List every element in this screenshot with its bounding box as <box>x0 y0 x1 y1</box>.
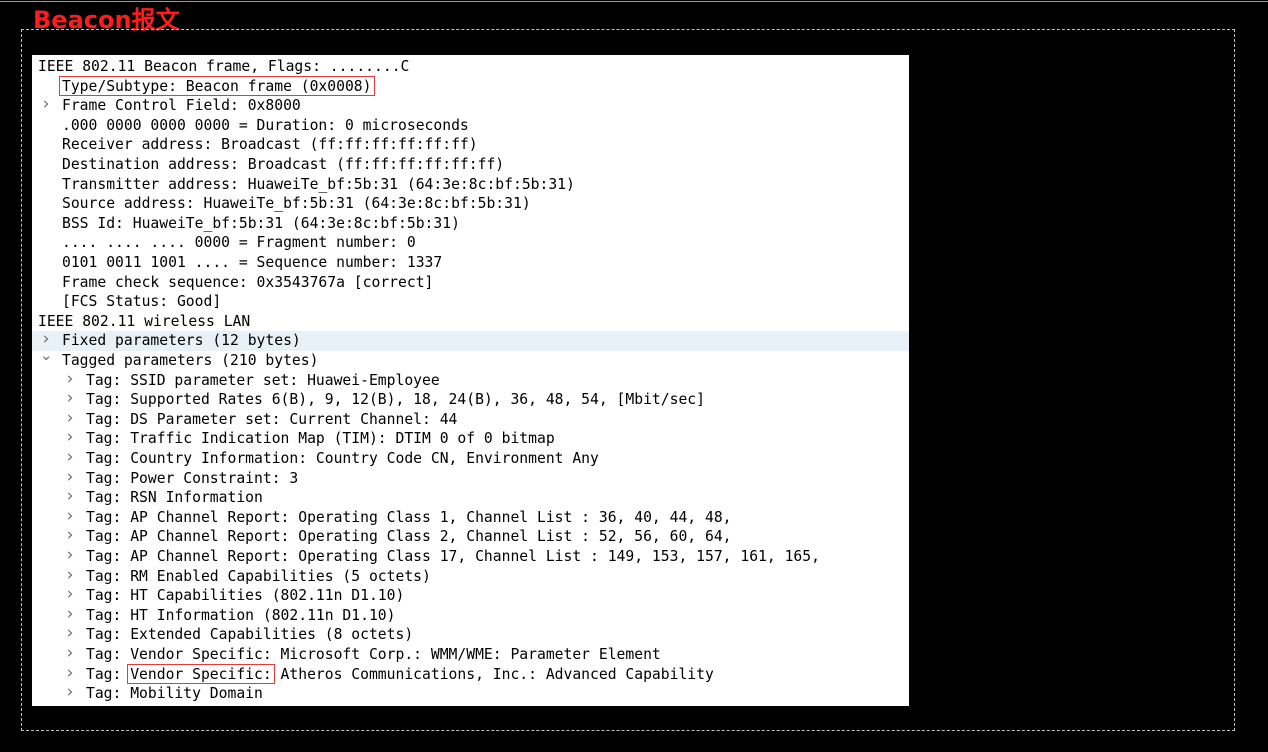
tree-row-label: Tag: RSN Information <box>86 489 263 507</box>
chevron-right-icon[interactable]: › <box>64 506 76 527</box>
chevron-right-icon[interactable]: › <box>64 447 76 468</box>
tree-row[interactable]: .... .... .... 0000 = Fragment number: 0 <box>32 233 909 253</box>
tree-row-label: Tag: Extended Capabilities (8 octets) <box>86 626 414 644</box>
tree-row-label: Tag: Country Information: Country Code C… <box>86 450 599 467</box>
tree-row-label: Tag: HT Information (802.11n D1.10) <box>86 606 396 624</box>
tree-row[interactable]: › Tag: Vendor Specific: Atheros Communica… <box>32 663 909 685</box>
tree-row-label: Frame check sequence: 0x3543767a [correc… <box>62 273 434 291</box>
tree-row-label: Type/Subtype: Beacon frame (0x0008) <box>62 77 372 95</box>
tree-row-label: Tag: Vendor Specific: Atheros Communicat… <box>86 665 714 683</box>
chevron-right-icon[interactable]: › <box>40 95 52 115</box>
tree-row[interactable]: › Tag: Mobility Domain <box>32 683 909 704</box>
chevron-right-icon[interactable]: › <box>64 408 76 429</box>
chevron-right-icon[interactable]: › <box>64 604 76 625</box>
chevron-right-icon[interactable]: › <box>64 565 76 586</box>
tree-row[interactable]: Source address: HuaweiTe_bf:5b:31 (64:3e… <box>32 194 909 214</box>
tree-row-label: Frame Control Field: 0x8000 <box>62 97 301 115</box>
chevron-right-icon[interactable]: › <box>64 487 76 507</box>
tree-row[interactable]: › Tag: Country Information: Country Code … <box>32 447 909 469</box>
tree-row[interactable]: › Tag: Vendor Specific: Microsoft Corp.: … <box>32 643 909 665</box>
tree-row[interactable]: › Tag: Extended Capabilities (8 octets) <box>32 624 909 645</box>
tree-row[interactable]: 0101 0011 1001 .... = Sequence number: 1… <box>32 253 909 273</box>
tree-row-label: Tag: AP Channel Report: Operating Class … <box>86 508 732 526</box>
tree-row[interactable]: › Tag: HT Information (802.11n D1.10) <box>32 604 909 626</box>
tree-row-label: Tag: RM Enabled Capabilities (5 octets) <box>86 567 431 585</box>
chevron-right-icon[interactable]: › <box>64 683 76 703</box>
tree-row-label: Tag: Vendor Specific: Microsoft Corp.: W… <box>86 646 661 663</box>
tree-row[interactable]: BSS Id: HuaweiTe_bf:5b:31 (64:3e:8c:bf:5… <box>32 214 909 234</box>
tree-row-label: Tag: Traffic Indication Map (TIM): DTIM … <box>86 430 555 448</box>
tree-row-label: .... .... .... 0000 = Fragment number: 0 <box>62 234 416 252</box>
tree-row-label: IEEE 802.11 wireless LAN <box>38 312 251 330</box>
tree-row-label: Source address: HuaweiTe_bf:5b:31 (64:3e… <box>62 195 531 213</box>
tree-row[interactable]: Transmitter address: HuaweiTe_bf:5b:31 (… <box>32 175 909 195</box>
chevron-right-icon[interactable]: › <box>64 369 76 390</box>
tree-row[interactable]: › Tag: AP Channel Report: Operating Class… <box>32 526 909 547</box>
tree-row-label: Tag: AP Channel Report: Operating Class … <box>86 548 820 565</box>
tree-row-label: [FCS Status: Good] <box>62 293 222 311</box>
tree-row[interactable]: › Tag: Traffic Indication Map (TIM): DTIM… <box>32 428 909 449</box>
tree-row-label: 0101 0011 1001 .... = Sequence number: 1… <box>62 254 443 271</box>
tree-row-label: Tag: AP Channel Report: Operating Class … <box>86 528 732 546</box>
tree-row[interactable]: › Tag: DS Parameter set: Current Channel:… <box>32 408 909 430</box>
tree-row[interactable]: Frame check sequence: 0x3543767a [correc… <box>32 273 909 293</box>
tree-row[interactable]: Type/Subtype: Beacon frame (0x0008) <box>32 77 909 97</box>
tree-row-label: Tagged parameters (210 bytes) <box>62 352 319 369</box>
tree-section-row[interactable]: IEEE 802.11 wireless LAN <box>32 312 909 332</box>
chevron-down-icon[interactable]: ⌄ <box>40 346 53 366</box>
tree-row[interactable]: › Tag: HT Capabilities (802.11n D1.10) <box>32 585 909 606</box>
tree-row[interactable]: Destination address: Broadcast (ff:ff:ff… <box>32 155 909 175</box>
tree-row[interactable]: › Tag: SSID parameter set: Huawei-Employe… <box>32 369 909 391</box>
tree-row-label: .000 0000 0000 0000 = Duration: 0 micros… <box>62 116 469 134</box>
chevron-right-icon[interactable]: › <box>64 545 76 566</box>
tree-row-label: Tag: Supported Rates 6(B), 9, 12(B), 18,… <box>86 391 705 409</box>
tree-row-label: Receiver address: Broadcast (ff:ff:ff:ff… <box>62 136 478 154</box>
tree-row-label: Tag: Power Constraint: 3 <box>86 469 299 487</box>
tree-row[interactable]: [FCS Status: Good] <box>32 292 909 312</box>
tree-row-label: Fixed parameters (12 bytes) <box>62 332 301 350</box>
tree-row[interactable]: › Tag: AP Channel Report: Operating Class… <box>32 545 909 567</box>
tree-row[interactable]: › Tag: AP Channel Report: Operating Class… <box>32 506 909 528</box>
top-divider <box>0 1 1268 2</box>
tree-row[interactable]: › Tag: RSN Information <box>32 487 909 508</box>
tree-row[interactable]: › Tag: Power Constraint: 3 <box>32 467 909 489</box>
tree-row[interactable]: › Tag: Supported Rates 6(B), 9, 12(B), 18… <box>32 389 909 410</box>
chevron-right-icon[interactable]: › <box>64 428 76 448</box>
tree-row-label: Tag: Mobility Domain <box>86 685 263 703</box>
tree-row-label: Tag: SSID parameter set: Huawei-Employee <box>86 371 440 389</box>
chevron-right-icon[interactable]: › <box>64 389 76 409</box>
chevron-right-icon[interactable]: › <box>64 663 76 684</box>
tree-row-label: Tag: DS Parameter set: Current Channel: … <box>86 410 458 428</box>
chevron-right-icon[interactable]: › <box>64 643 76 664</box>
chevron-right-icon[interactable]: › <box>64 624 76 644</box>
tree-row[interactable]: ⌄ Tagged parameters (210 bytes) <box>32 346 909 371</box>
tree-row-label: IEEE 802.11 Beacon frame, Flags: .......… <box>38 58 410 75</box>
tree-row[interactable]: › Tag: RM Enabled Capabilities (5 octets) <box>32 565 909 587</box>
tree-section-row[interactable]: IEEE 802.11 Beacon frame, Flags: .......… <box>32 57 909 77</box>
packet-details-tree: IEEE 802.11 Beacon frame, Flags: .......… <box>32 55 909 706</box>
chevron-right-icon[interactable]: › <box>64 467 76 488</box>
tree-row-label: Transmitter address: HuaweiTe_bf:5b:31 (… <box>62 175 575 193</box>
tree-row-label: Tag: HT Capabilities (802.11n D1.10) <box>86 587 405 605</box>
tree-row[interactable]: Receiver address: Broadcast (ff:ff:ff:ff… <box>32 135 909 155</box>
tree-row[interactable]: › Fixed parameters (12 bytes) <box>32 330 909 351</box>
chevron-right-icon[interactable]: › <box>64 585 76 605</box>
tree-row[interactable]: › Frame Control Field: 0x8000 <box>32 95 909 116</box>
tree-row-label: BSS Id: HuaweiTe_bf:5b:31 (64:3e:8c:bf:5… <box>62 214 460 232</box>
tree-row[interactable]: .000 0000 0000 0000 = Duration: 0 micros… <box>32 116 909 136</box>
tree-row-label: Destination address: Broadcast (ff:ff:ff… <box>62 156 505 173</box>
chevron-right-icon[interactable]: › <box>64 526 76 546</box>
